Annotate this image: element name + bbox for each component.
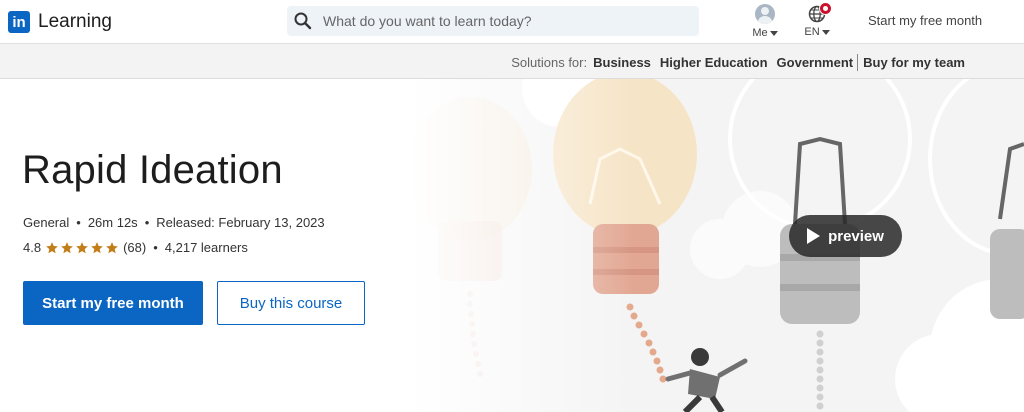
avatar <box>755 4 775 24</box>
preview-button[interactable]: preview <box>789 215 902 257</box>
star-icon <box>91 241 103 253</box>
start-free-month-button[interactable]: Start my free month <box>23 281 203 325</box>
course-level: General <box>23 215 70 230</box>
me-menu[interactable]: Me <box>750 2 780 42</box>
solutions-link-business[interactable]: Business <box>593 55 651 70</box>
solutions-link-higher-education[interactable]: Higher Education <box>660 55 768 70</box>
course-hero: Rapid Ideation General • 26m 12s • Released:… <box>0 79 1024 412</box>
nav-start-free-month-link[interactable]: Start my free month <box>868 13 982 28</box>
notification-badge <box>819 2 832 15</box>
divider <box>857 54 859 71</box>
logo-wordmark: Learning <box>38 11 112 32</box>
lang-label: EN <box>804 26 820 38</box>
buy-course-button[interactable]: Buy this course <box>217 281 365 325</box>
solutions-bar: Solutions for: Business Higher Education… <box>0 44 1024 79</box>
learner-count: 4,217 learners <box>164 240 248 255</box>
search-input[interactable] <box>321 12 699 30</box>
linkedin-learning-logo[interactable]: in Learning <box>8 10 112 34</box>
rating-count: (68) <box>123 240 147 255</box>
separator-dot: • <box>76 215 81 230</box>
course-rating: 4.8 (68) • 4,217 learners <box>23 240 248 255</box>
caret-down-icon <box>821 29 830 35</box>
course-meta: General • 26m 12s • Released: February 13, 2… <box>23 215 325 230</box>
course-release-date: Released: February 13, 2023 <box>156 215 325 230</box>
play-icon <box>807 228 821 244</box>
star-rating <box>45 241 119 255</box>
language-menu[interactable]: EN <box>800 2 834 42</box>
star-icon <box>46 241 58 253</box>
separator-dot: • <box>144 215 150 230</box>
globe-container <box>808 2 832 23</box>
star-icon <box>61 241 73 253</box>
search-icon <box>294 12 312 30</box>
separator-dot: • <box>153 240 158 255</box>
course-title: Rapid Ideation <box>22 148 283 192</box>
solutions-link-government[interactable]: Government <box>777 55 854 70</box>
caret-down-icon <box>769 30 778 36</box>
star-icon <box>76 241 88 253</box>
star-icon <box>106 241 118 253</box>
top-navigation: in Learning Me EN Start my free month <box>0 0 1024 44</box>
rating-value: 4.8 <box>23 240 42 255</box>
preview-label: preview <box>828 227 884 245</box>
solutions-label: Solutions for: <box>511 55 588 70</box>
me-label: Me <box>752 27 768 39</box>
linkedin-in-logo-icon: in <box>8 11 30 33</box>
solutions-link-buy-for-team[interactable]: Buy for my team <box>863 55 965 70</box>
course-duration: 26m 12s <box>87 215 138 230</box>
search-bar[interactable] <box>287 6 699 36</box>
